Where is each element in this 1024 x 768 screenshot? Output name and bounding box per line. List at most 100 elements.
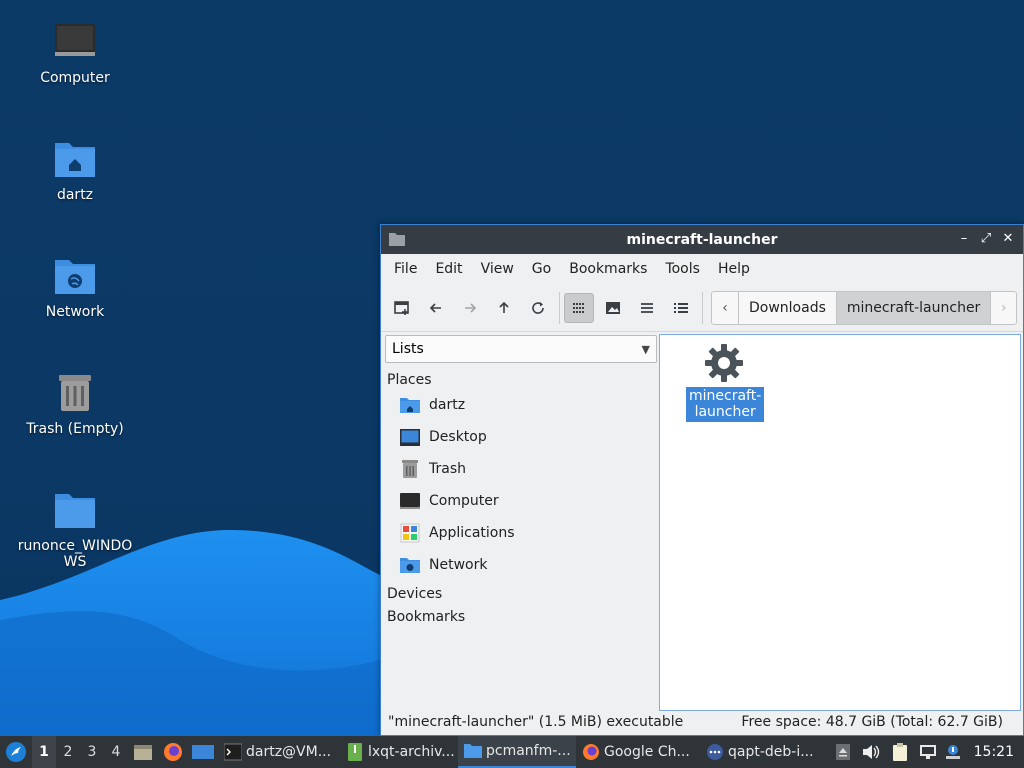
side-pane: Lists ▼ Places dartz Desktop Trash Compu… (381, 333, 659, 711)
package-icon (707, 744, 723, 760)
desktop-icon-label: Network (45, 304, 105, 320)
applications-icon (400, 523, 420, 543)
place-label: Network (429, 557, 488, 573)
place-item-desktop[interactable]: Desktop (383, 421, 657, 453)
new-tab-button[interactable] (387, 293, 417, 323)
trash-icon (53, 371, 97, 415)
menu-go[interactable]: Go (523, 254, 560, 284)
detailed-view-button[interactable] (666, 293, 696, 323)
icon-view-button[interactable] (564, 292, 594, 323)
place-item-network[interactable]: Network (383, 549, 657, 581)
forward-button[interactable] (455, 293, 485, 323)
task-pcmanfm[interactable]: pcmanfm-... (458, 736, 576, 768)
workspace-3[interactable]: 3 (80, 736, 104, 768)
tray-updates[interactable] (830, 736, 856, 768)
menu-view[interactable]: View (472, 254, 523, 284)
path-crumb-current[interactable]: minecraft-launcher (835, 292, 991, 324)
menu-edit[interactable]: Edit (426, 254, 471, 284)
menu-bookmarks[interactable]: Bookmarks (560, 254, 656, 284)
task-label: pcmanfm-... (486, 743, 571, 759)
info-icon (945, 745, 960, 759)
back-button[interactable] (421, 293, 451, 323)
status-free-space: Free space: 48.7 GiB (Total: 62.7 GiB) (741, 714, 1003, 730)
eject-icon (835, 744, 850, 760)
tray-volume[interactable] (856, 736, 886, 768)
gear-icon (702, 341, 746, 385)
place-item-computer[interactable]: Computer (383, 485, 657, 517)
start-menu-button[interactable] (0, 736, 32, 768)
menu-tools[interactable]: Tools (656, 254, 709, 284)
up-button[interactable] (489, 293, 519, 323)
lubuntu-logo-icon (6, 742, 26, 762)
task-label: qapt-deb-i... (728, 744, 814, 760)
compact-view-button[interactable] (632, 293, 662, 323)
tray-notification[interactable] (942, 736, 964, 768)
desktop-icon-home[interactable]: dartz (10, 137, 140, 203)
reload-button[interactable] (523, 293, 553, 323)
folder-icon (53, 488, 97, 532)
firefox-icon (583, 744, 599, 760)
thumbnail-view-button[interactable] (598, 293, 628, 323)
minimize-button[interactable]: – (955, 230, 973, 248)
desktop-icon-runonce[interactable]: runonce_WINDOWS (10, 488, 140, 570)
place-label: dartz (429, 397, 466, 413)
place-item-applications[interactable]: Applications (383, 517, 657, 549)
file-manager-icon (134, 745, 152, 760)
devices-header[interactable]: Devices (383, 581, 657, 604)
folder-view[interactable]: minecraft-launcher (659, 334, 1021, 711)
place-item-home[interactable]: dartz (383, 389, 657, 421)
taskbar: 1 2 3 4 dartz@VM... lxqt-archiv... pcman… (0, 736, 1024, 768)
file-item[interactable]: minecraft-launcher (686, 341, 765, 422)
task-browser[interactable]: Google Ch... (576, 736, 700, 768)
desktop-icon-computer[interactable]: Computer (10, 20, 140, 86)
quicklaunch-show-desktop[interactable] (188, 736, 218, 768)
workspace-1[interactable]: 1 (32, 736, 56, 768)
desktop-icon-label: runonce_WINDOWS (17, 538, 133, 570)
quicklaunch-file-manager[interactable] (128, 736, 158, 768)
desktop-icon-network[interactable]: Network (10, 254, 140, 320)
bookmarks-header[interactable]: Bookmarks (383, 604, 657, 627)
close-button[interactable]: ✕ (999, 230, 1017, 248)
list-icon (641, 302, 653, 313)
places-header[interactable]: Places (383, 363, 657, 389)
maximize-button[interactable]: ⤢ (977, 230, 995, 248)
desktop-icon-trash[interactable]: Trash (Empty) (10, 371, 140, 437)
place-item-trash[interactable]: Trash (383, 453, 657, 485)
network-folder-icon (53, 254, 97, 298)
terminal-icon (224, 743, 242, 761)
workspace-2[interactable]: 2 (56, 736, 80, 768)
menu-file[interactable]: File (385, 254, 426, 284)
side-pane-mode-value: Lists (392, 341, 424, 357)
menu-help[interactable]: Help (709, 254, 759, 284)
computer-icon (400, 491, 420, 511)
path-crumb-downloads[interactable]: Downloads (738, 292, 836, 324)
clock[interactable]: 15:21 (964, 744, 1024, 760)
task-label: Google Ch... (604, 744, 690, 760)
desktop-icon-label: dartz (56, 187, 94, 203)
status-bar: "minecraft-launcher" (1.5 MiB) executabl… (381, 709, 1023, 735)
network-folder-icon (400, 555, 420, 575)
toolbar: ‹ Downloads minecraft-launcher › (381, 284, 1023, 332)
path-scroll-right-button[interactable]: › (990, 292, 1016, 324)
folder-icon (464, 744, 482, 758)
tray-clipboard[interactable] (886, 736, 914, 768)
firefox-icon (164, 743, 182, 761)
path-bar: ‹ Downloads minecraft-launcher › (711, 291, 1018, 325)
quicklaunch-firefox[interactable] (158, 736, 188, 768)
task-label: lxqt-archiv... (368, 744, 455, 760)
title-bar[interactable]: minecraft-launcher – ⤢ ✕ (381, 225, 1023, 254)
computer-icon (53, 20, 97, 64)
side-pane-mode-select[interactable]: Lists ▼ (385, 335, 657, 363)
path-scroll-left-button[interactable]: ‹ (712, 292, 738, 324)
status-selection-info: "minecraft-launcher" (1.5 MiB) executabl… (388, 714, 684, 730)
task-terminal[interactable]: dartz@VM... (218, 736, 340, 768)
arrow-right-icon (465, 302, 477, 313)
chevron-down-icon: ▼ (641, 342, 650, 356)
trash-icon (400, 459, 420, 479)
home-folder-icon (400, 395, 420, 415)
task-archiver[interactable]: lxqt-archiv... (340, 736, 458, 768)
tray-network[interactable] (914, 736, 942, 768)
task-package-installer[interactable]: qapt-deb-i... (700, 736, 820, 768)
reload-icon (532, 301, 544, 314)
workspace-4[interactable]: 4 (104, 736, 128, 768)
